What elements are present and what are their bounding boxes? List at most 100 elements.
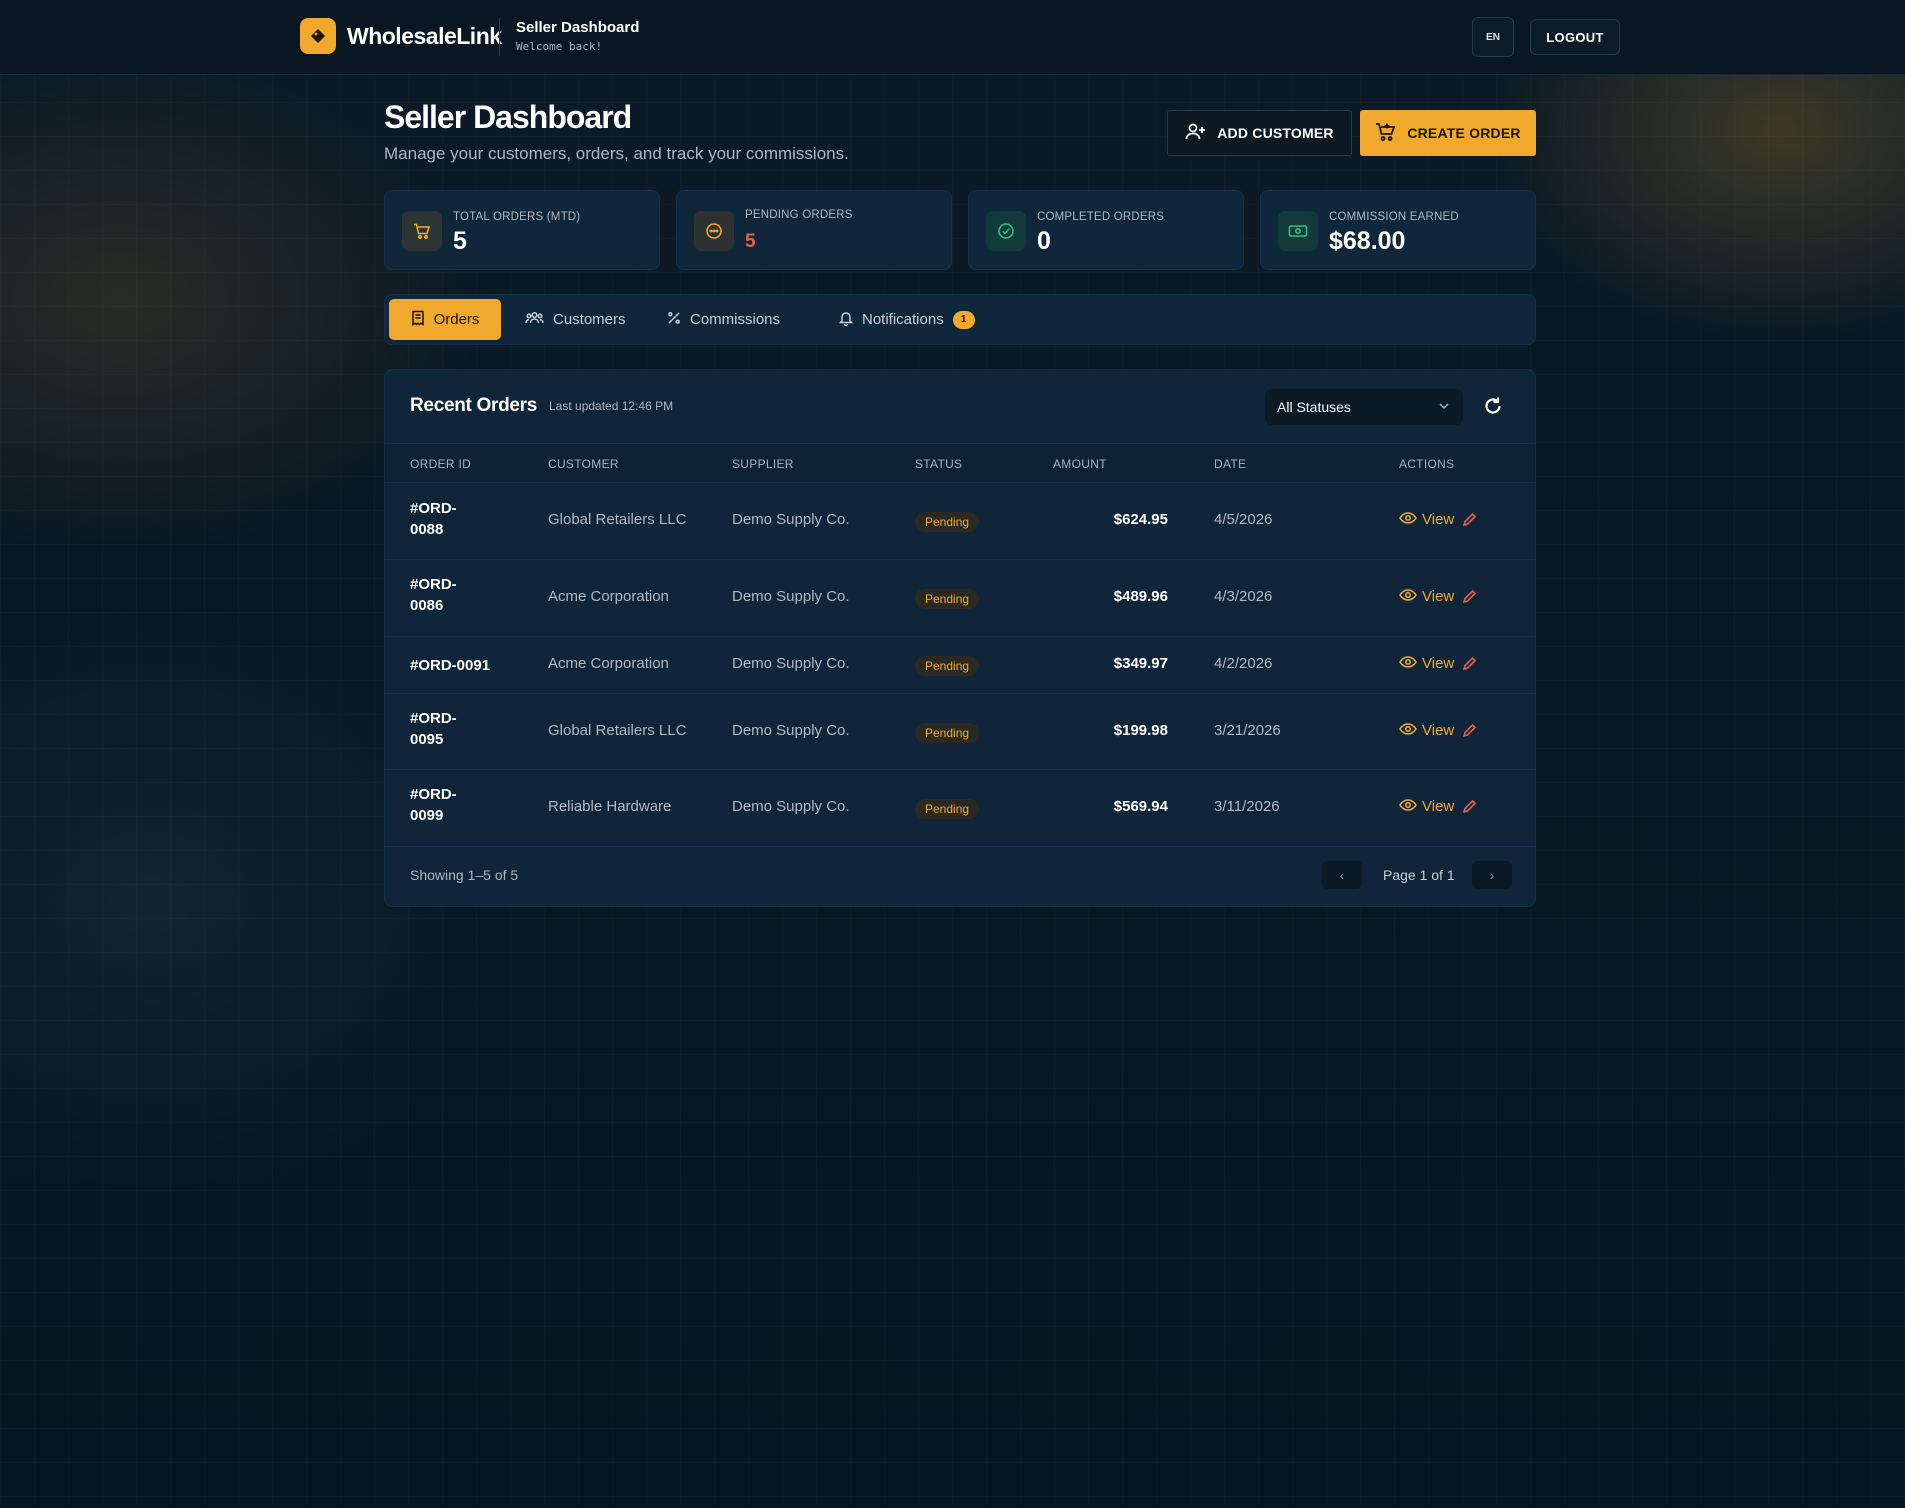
tab-label: Notifications	[862, 311, 944, 328]
check-circle-icon	[986, 211, 1026, 251]
col-customer: CUSTOMER	[548, 457, 619, 471]
order-supplier: Demo Supply Co.	[732, 722, 850, 739]
create-order-button[interactable]: CREATE ORDER	[1360, 110, 1536, 156]
stat-label: COMPLETED ORDERS	[1037, 211, 1165, 223]
status-badge: Pending	[915, 656, 980, 676]
order-supplier: Demo Supply Co.	[732, 511, 850, 528]
tab-bar: Orders Customers Commissions Notificatio…	[384, 294, 1536, 345]
stat-commission-earned: COMMISSION EARNED $68.00	[1260, 190, 1536, 270]
col-date: DATE	[1214, 457, 1247, 471]
order-customer: Global Retailers LLC	[548, 722, 687, 739]
order-supplier: Demo Supply Co.	[732, 798, 850, 815]
eye-icon	[1399, 655, 1417, 672]
edit-pencil-icon[interactable]	[1462, 723, 1477, 743]
header-subtitle: Welcome back!	[516, 40, 603, 53]
edit-pencil-icon[interactable]	[1462, 589, 1477, 609]
view-order-button[interactable]: View	[1399, 588, 1454, 605]
header-divider	[499, 18, 500, 56]
order-id[interactable]: #ORD-0099	[410, 784, 480, 826]
table-row: #ORD-0095 Global Retailers LLC Demo Supp…	[385, 694, 1535, 770]
add-customer-button[interactable]: ADD CUSTOMER	[1167, 110, 1352, 156]
percent-icon	[667, 311, 681, 329]
status-badge: Pending	[915, 512, 980, 532]
refresh-icon[interactable]	[1482, 395, 1504, 417]
bell-icon	[838, 310, 854, 330]
order-id[interactable]: #ORD-0088	[410, 498, 480, 540]
view-label: View	[1422, 588, 1455, 605]
order-id[interactable]: #ORD-0086	[410, 574, 480, 616]
stat-pending-orders: PENDING ORDERS 5	[676, 190, 952, 270]
top-bar: WholesaleLink Seller Dashboard Welcome b…	[0, 0, 1905, 75]
previous-page-button[interactable]: ‹	[1322, 861, 1362, 889]
tab-commissions[interactable]: Commissions	[653, 299, 794, 340]
tab-orders[interactable]: Orders	[389, 299, 501, 340]
view-order-button[interactable]: View	[1399, 722, 1454, 739]
order-date: 3/21/2026	[1214, 722, 1281, 739]
table-row: #ORD-0099 Reliable Hardware Demo Supply …	[385, 770, 1535, 847]
order-amount: $489.96	[1113, 588, 1168, 605]
chevron-down-icon	[1437, 399, 1451, 416]
status-badge: Pending	[915, 799, 980, 819]
edit-pencil-icon[interactable]	[1462, 799, 1477, 819]
order-supplier: Demo Supply Co.	[732, 588, 850, 605]
stat-completed-orders: COMPLETED ORDERS 0	[968, 190, 1244, 270]
status-badge: Pending	[915, 589, 980, 609]
language-button[interactable]: EN	[1472, 17, 1514, 57]
eye-icon	[1399, 722, 1417, 739]
stat-value: 5	[745, 231, 756, 252]
last-updated: Last updated 12:46 PM	[549, 399, 674, 413]
table-row: #ORD-0086 Acme Corporation Demo Supply C…	[385, 560, 1535, 637]
table-header: ORDER ID CUSTOMER SUPPLIER STATUS AMOUNT…	[385, 443, 1535, 483]
tab-notifications[interactable]: Notifications 1	[825, 299, 989, 340]
cart-icon	[402, 211, 442, 251]
col-status: STATUS	[915, 457, 963, 471]
notification-badge: 1	[952, 310, 975, 329]
col-actions: ACTIONS	[1399, 457, 1455, 471]
tab-customers[interactable]: Customers	[511, 299, 640, 340]
table-row: #ORD-0088 Global Retailers LLC Demo Supp…	[385, 483, 1535, 560]
order-supplier: Demo Supply Co.	[732, 655, 850, 672]
user-plus-icon	[1185, 123, 1207, 144]
view-label: View	[1422, 798, 1455, 815]
edit-pencil-icon[interactable]	[1462, 512, 1477, 532]
stat-value: $68.00	[1329, 227, 1406, 255]
cash-icon	[1278, 211, 1318, 251]
edit-pencil-icon[interactable]	[1462, 656, 1477, 676]
next-page-button[interactable]: ›	[1472, 861, 1512, 889]
users-icon	[525, 311, 544, 329]
col-supplier: SUPPLIER	[732, 457, 794, 471]
status-filter-value: All Statuses	[1277, 399, 1351, 415]
page-indicator: Page 1 of 1	[1383, 867, 1455, 883]
order-customer: Global Retailers LLC	[548, 511, 687, 528]
order-date: 4/2/2026	[1214, 655, 1273, 672]
page-title: Seller Dashboard	[384, 99, 632, 135]
stat-label: COMMISSION EARNED	[1329, 211, 1459, 223]
order-customer: Acme Corporation	[548, 655, 669, 672]
status-filter-select[interactable]: All Statuses	[1265, 389, 1463, 425]
order-id[interactable]: #ORD-0091	[410, 655, 530, 676]
stat-label: PENDING ORDERS	[745, 209, 853, 221]
order-date: 3/11/2026	[1214, 798, 1280, 815]
view-order-button[interactable]: View	[1399, 655, 1454, 672]
receipt-icon	[411, 310, 425, 330]
view-order-button[interactable]: View	[1399, 798, 1454, 815]
col-order-id: ORDER ID	[410, 457, 472, 471]
tab-label: Commissions	[690, 311, 781, 328]
tab-label: Customers	[553, 311, 626, 328]
recent-orders-panel: Recent Orders Last updated 12:46 PM All …	[384, 369, 1536, 907]
view-order-button[interactable]: View	[1399, 511, 1454, 528]
eye-icon	[1399, 588, 1417, 605]
status-badge: Pending	[915, 723, 980, 743]
create-order-label: CREATE ORDER	[1407, 125, 1521, 141]
add-customer-label: ADD CUSTOMER	[1217, 125, 1334, 141]
order-customer: Acme Corporation	[548, 588, 669, 605]
order-customer: Reliable Hardware	[548, 798, 672, 815]
logout-button[interactable]: LOGOUT	[1530, 19, 1620, 55]
brand-logo-icon[interactable]	[300, 18, 336, 54]
order-id[interactable]: #ORD-0095	[410, 708, 480, 750]
panel-title: Recent Orders	[410, 395, 538, 416]
brand-name[interactable]: WholesaleLink	[347, 23, 502, 50]
view-label: View	[1422, 722, 1455, 739]
header-title: Seller Dashboard	[516, 19, 640, 36]
stat-value: 0	[1037, 227, 1051, 255]
